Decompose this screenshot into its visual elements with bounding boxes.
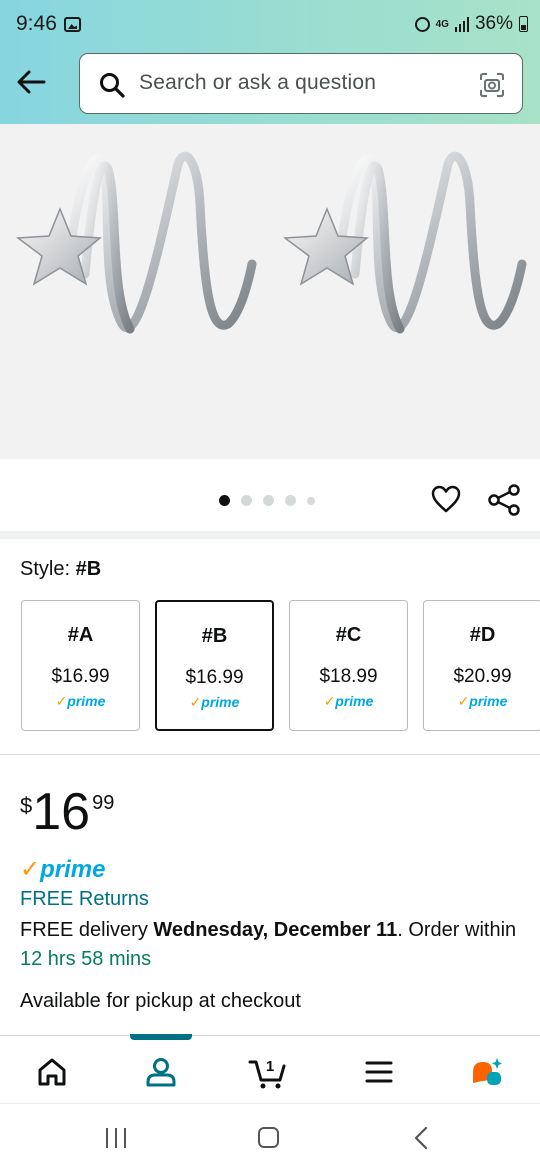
image-controls (0, 459, 540, 531)
battery-percent: 36% (474, 13, 513, 34)
status-indicators: 4G 36% (414, 13, 528, 35)
prime-logo: ✓prime (20, 856, 106, 883)
delivery-date: Wednesday, December 11 (153, 919, 398, 941)
status-time: 9:46 (16, 12, 57, 35)
active-tab-indicator (130, 1034, 192, 1040)
home-icon[interactable] (34, 1054, 70, 1090)
style-option-c[interactable]: #C $18.99 ✓prime (289, 600, 408, 731)
cart-icon[interactable]: 1 (248, 1054, 290, 1090)
image-carousel-dots[interactable] (219, 495, 315, 506)
search-input[interactable]: Search or ask a question (79, 53, 523, 114)
search-icon (100, 73, 125, 98)
prime-badge: ✓prime (55, 693, 106, 709)
carousel-dot[interactable] (241, 495, 252, 506)
top-bar: 9:46 4G 36% Search or ask a question (0, 0, 540, 124)
system-back-icon[interactable] (412, 1126, 432, 1150)
camera-search-icon[interactable] (478, 71, 506, 99)
status-bar: 9:46 4G 36% (0, 0, 540, 50)
style-swatches: #A $16.99 ✓prime #B $16.99 ✓prime #C $18… (21, 600, 540, 731)
spiral-star-earrings-image (15, 151, 527, 334)
battery-icon (519, 16, 528, 32)
system-navigation-bar (0, 1103, 540, 1170)
network-type-icon: 4G (435, 18, 449, 30)
pickup-info: Available for pickup at checkout (20, 990, 301, 1012)
prime-badge: ✓prime (323, 693, 374, 709)
system-home-icon[interactable] (258, 1127, 279, 1148)
style-option-a[interactable]: #A $16.99 ✓prime (21, 600, 140, 731)
rufus-assistant-icon[interactable] (469, 1054, 505, 1090)
carousel-dot[interactable] (263, 495, 274, 506)
share-icon[interactable] (487, 483, 521, 517)
back-arrow-icon[interactable] (14, 64, 50, 100)
style-selector-label: Style: #B (20, 558, 102, 580)
carousel-dot[interactable] (285, 495, 296, 506)
account-icon[interactable] (143, 1054, 179, 1090)
prime-badge: ✓prime (189, 694, 240, 710)
section-divider (0, 531, 540, 539)
search-placeholder: Search or ask a question (139, 71, 377, 94)
product-image[interactable] (0, 124, 540, 459)
section-divider (0, 754, 540, 755)
style-option-d[interactable]: #D $20.99 ✓prime (423, 600, 540, 731)
alarm-icon (414, 16, 430, 32)
delivery-info: FREE delivery Wednesday, December 11. Or… (20, 919, 517, 970)
cart-count: 1 (266, 1058, 274, 1075)
menu-icon[interactable] (361, 1054, 397, 1090)
free-returns-link[interactable]: FREE Returns (20, 888, 149, 911)
heart-icon[interactable] (430, 483, 462, 515)
carousel-dot[interactable] (307, 496, 315, 505)
carousel-dot[interactable] (219, 495, 230, 506)
style-option-b[interactable]: #B $16.99 ✓prime (155, 600, 274, 731)
prime-badge: ✓prime (457, 693, 508, 709)
gallery-notification-icon (64, 17, 81, 32)
order-countdown: 12 hrs 58 mins (20, 948, 152, 970)
signal-icon (454, 16, 469, 32)
selected-style: #B (75, 558, 102, 580)
bottom-nav: 1 (0, 1034, 540, 1103)
price: $ 16 99 (20, 783, 115, 841)
recent-apps-icon[interactable] (106, 1128, 126, 1148)
